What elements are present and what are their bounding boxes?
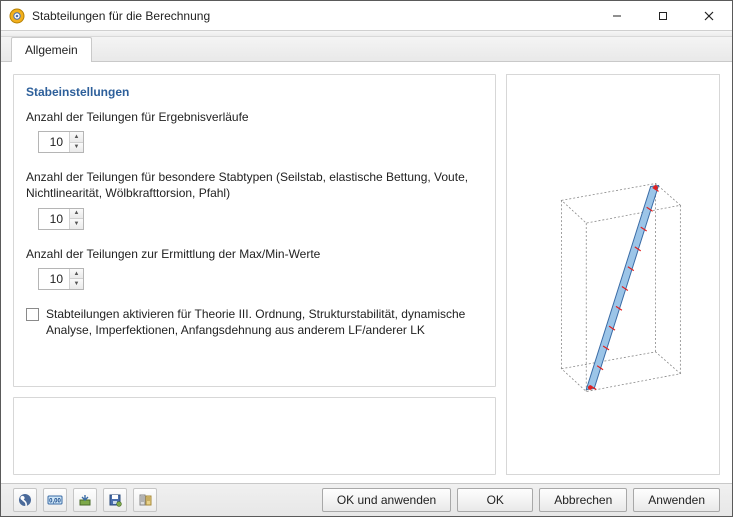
apply-button[interactable]: Anwenden <box>633 488 720 512</box>
empty-panel <box>13 397 496 475</box>
load-icon <box>78 493 92 507</box>
spinner-value[interactable]: 10 <box>39 132 69 152</box>
titlebar: Stabteilungen für die Berechnung <box>1 1 732 31</box>
minimize-button[interactable] <box>594 1 640 30</box>
section-title: Stabeinstellungen <box>26 85 483 99</box>
close-button[interactable] <box>686 1 732 30</box>
label-divisions-special: Anzahl der Teilungen für besondere Stabt… <box>26 169 476 201</box>
label-divisions-results: Anzahl der Teilungen für Ergebnisverläuf… <box>26 109 476 125</box>
spinner-value[interactable]: 10 <box>39 269 69 289</box>
help-button[interactable] <box>13 488 37 512</box>
defaults-button[interactable] <box>133 488 157 512</box>
save-button[interactable] <box>103 488 127 512</box>
spinner-down-icon[interactable]: ▼ <box>70 143 83 153</box>
app-icon <box>9 8 25 24</box>
defaults-icon <box>138 493 152 507</box>
member-preview-svg <box>507 75 719 474</box>
spinner-divisions-results[interactable]: 10 ▲ ▼ <box>38 131 84 153</box>
checkbox-icon[interactable] <box>26 308 39 321</box>
window-title: Stabteilungen für die Berechnung <box>32 9 594 23</box>
spinner-divisions-special[interactable]: 10 ▲ ▼ <box>38 208 84 230</box>
spinner-down-icon[interactable]: ▼ <box>70 279 83 289</box>
ok-button[interactable]: OK <box>457 488 533 512</box>
checkbox-label: Stabteilungen aktivieren für Theorie III… <box>46 306 483 338</box>
help-icon <box>18 493 32 507</box>
tab-general[interactable]: Allgemein <box>11 37 92 62</box>
save-icon <box>108 493 122 507</box>
cancel-button[interactable]: Abbrechen <box>539 488 627 512</box>
left-column: Stabeinstellungen Anzahl der Teilungen f… <box>13 74 496 475</box>
label-divisions-maxmin: Anzahl der Teilungen zur Ermittlung der … <box>26 246 476 262</box>
dialog-window: Stabteilungen für die Berechnung Allgeme… <box>0 0 733 517</box>
preview-panel <box>506 74 720 475</box>
spinner-value[interactable]: 10 <box>39 209 69 229</box>
spinner-divisions-maxmin[interactable]: 10 ▲ ▼ <box>38 268 84 290</box>
settings-panel: Stabeinstellungen Anzahl der Teilungen f… <box>13 74 496 387</box>
footer: 0,00 <box>1 483 732 516</box>
units-icon: 0,00 <box>47 493 63 507</box>
load-button[interactable] <box>73 488 97 512</box>
dialog-body: Stabeinstellungen Anzahl der Teilungen f… <box>1 62 732 483</box>
maximize-button[interactable] <box>640 1 686 30</box>
units-button[interactable]: 0,00 <box>43 488 67 512</box>
svg-text:0,00: 0,00 <box>49 499 61 505</box>
tab-bar: Allgemein <box>1 37 732 62</box>
spinner-down-icon[interactable]: ▼ <box>70 219 83 229</box>
spinner-up-icon[interactable]: ▲ <box>70 132 83 143</box>
ok-apply-button[interactable]: OK und anwenden <box>322 488 451 512</box>
checkbox-activate-divisions[interactable]: Stabteilungen aktivieren für Theorie III… <box>26 306 483 338</box>
spinner-up-icon[interactable]: ▲ <box>70 269 83 280</box>
spinner-up-icon[interactable]: ▲ <box>70 209 83 220</box>
